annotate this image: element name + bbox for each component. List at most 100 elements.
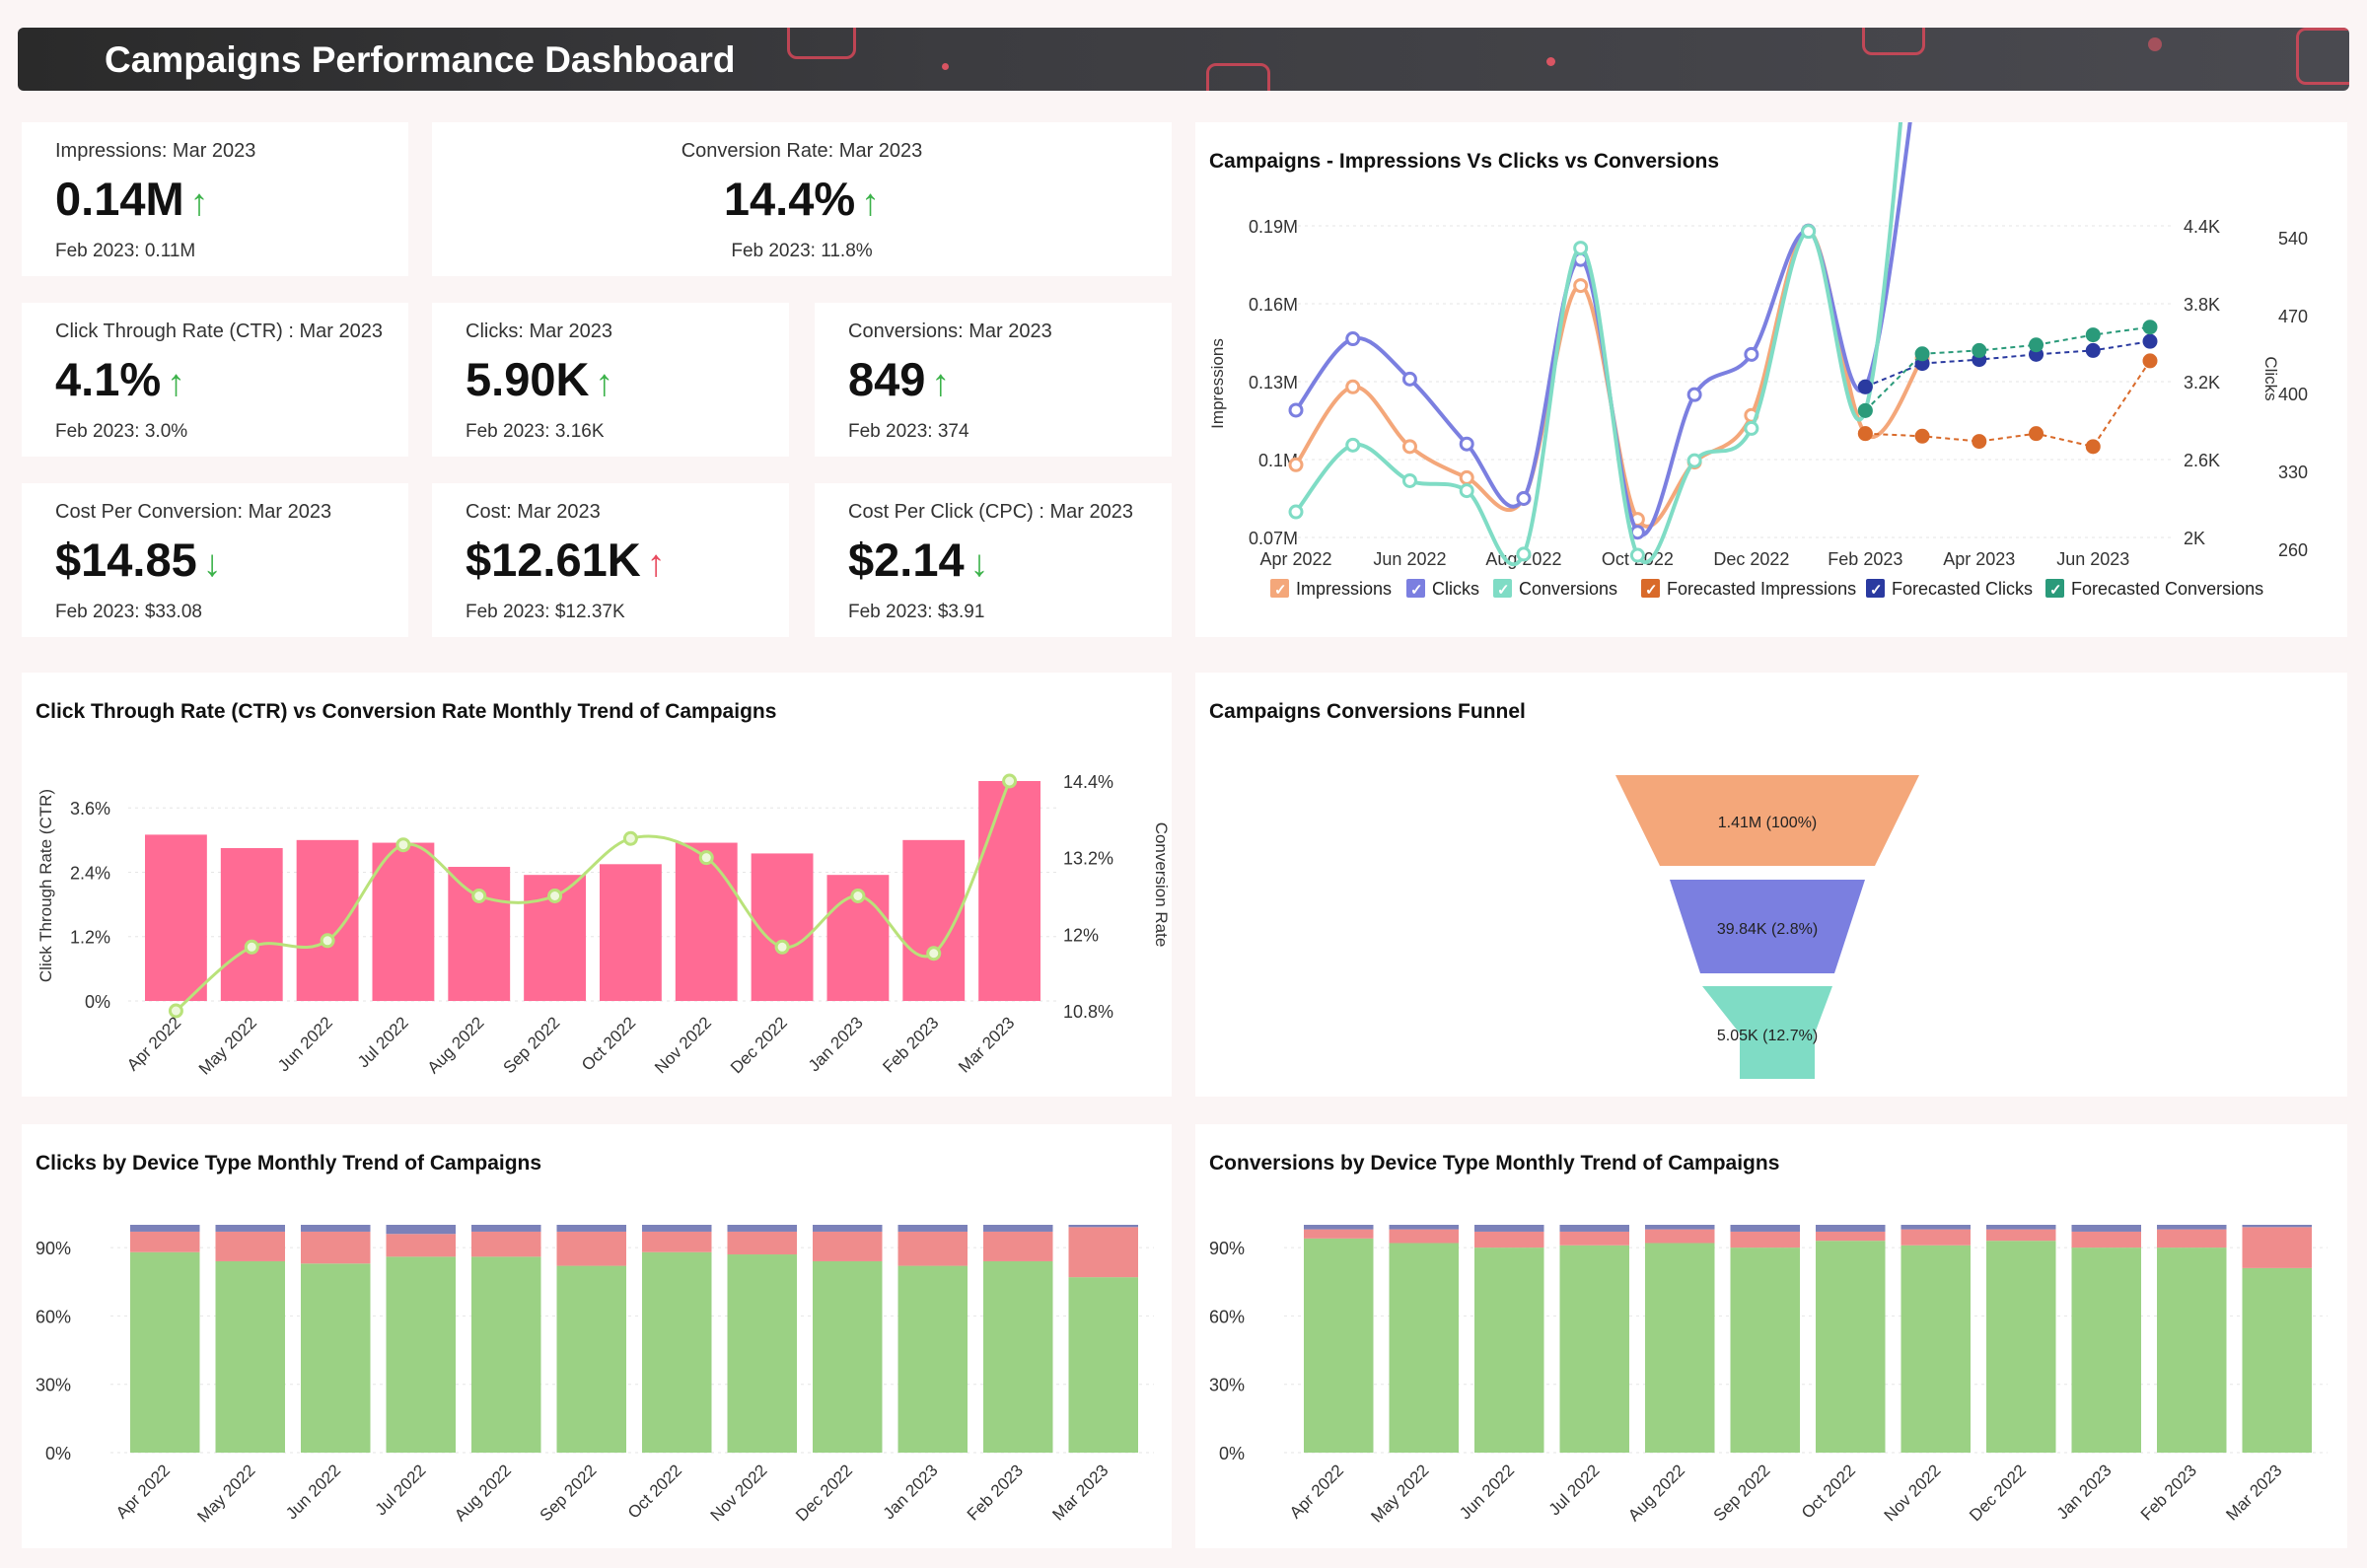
stacked-bar-segment — [1474, 1247, 1544, 1453]
kpi-value: 0.14M ↑ — [55, 173, 209, 225]
data-point — [1573, 241, 1589, 256]
kpi-label: Conversions: Mar 2023 — [848, 321, 1052, 342]
data-point — [850, 889, 866, 903]
bar — [600, 864, 662, 1001]
kpi-previous: Feb 2023: 374 — [848, 421, 969, 442]
data-point — [395, 837, 411, 853]
kpi-label: Conversion Rate: Mar 2023 — [681, 140, 923, 162]
y-tick-label: 0.19M — [1249, 217, 1298, 237]
arrow-up-icon: ↑ — [189, 182, 209, 224]
y2-tick-label: 3.2K — [2184, 373, 2220, 392]
data-point — [1744, 346, 1759, 362]
x-tick-label: Jan 2023 — [805, 1013, 867, 1075]
stacked-bar-segment — [1559, 1225, 1629, 1232]
data-point — [1002, 773, 1018, 789]
data-point — [1516, 491, 1532, 506]
x-tick-label: Nov 2022 — [707, 1461, 771, 1525]
stacked-bar-segment — [1901, 1245, 1971, 1453]
data-point — [1972, 342, 1987, 358]
ctr-vs-conversion-rate-chart[interactable]: 3.6% 2.4% 1.2% 0% Click Through Rate (CTR) 14… — [22, 673, 1172, 1097]
stacked-bar-segment — [386, 1256, 456, 1453]
data-point — [1801, 224, 1817, 240]
kpi-clicks[interactable]: Clicks: Mar 2023 5.90K ↑ Feb 2023: 3.16K — [432, 303, 789, 457]
clicks-by-device-chart[interactable]: 90% 60% 30% 0% Apr 2022 May 2022 Jun 2022 Jul 2… — [22, 1124, 1172, 1548]
y-tick-label: 60% — [1209, 1307, 1245, 1326]
kpi-conversion-rate[interactable]: Conversion Rate: Mar 2023 14.4% ↑ Feb 202… — [432, 122, 1172, 276]
stacked-bar-segment — [1730, 1231, 1800, 1248]
checkbox-icon: ✓ — [1645, 582, 1658, 599]
funnel-label: 39.84K (2.8%) — [1717, 921, 1818, 938]
stacked-bar-segment — [1559, 1245, 1629, 1453]
y-tick-label: 0% — [85, 992, 110, 1012]
conversions-funnel-chart[interactable]: 1.41M (100%) 39.84K (2.8%) 5.05K (12.7%) — [1195, 673, 2347, 1097]
play-icon — [2296, 28, 2349, 85]
bar — [448, 867, 511, 1001]
kpi-ctr[interactable]: Click Through Rate (CTR) : Mar 2023 4.1%… — [22, 303, 408, 457]
kpi-cpc[interactable]: Cost Per Click (CPC) : Mar 2023 $2.14 ↓ F… — [815, 483, 1172, 637]
x-tick-label: Jun 2022 — [1373, 549, 1446, 569]
kpi-previous: Feb 2023: 3.0% — [55, 421, 188, 442]
kpi-cost[interactable]: Cost: Mar 2023 $12.61K ↑ Feb 2023: $12.37… — [432, 483, 789, 637]
y2-tick-label: 13.2% — [1063, 849, 1113, 869]
funnel-label: 1.41M (100%) — [1718, 815, 1818, 831]
x-tick-label: May 2022 — [195, 1013, 260, 1078]
data-point — [2085, 342, 2101, 358]
arrow-up-icon: ↑ — [646, 543, 666, 585]
stacked-bar-segment — [1304, 1229, 1374, 1239]
checkbox-icon: ✓ — [1497, 582, 1510, 599]
data-point — [774, 939, 790, 955]
x-tick-label: Apr 2022 — [1286, 1461, 1347, 1522]
stacked-bar-segment — [2071, 1231, 2141, 1248]
legend-label: Impressions — [1296, 579, 1392, 599]
x-tick-label: May 2022 — [193, 1461, 258, 1526]
kpi-impressions[interactable]: Impressions: Mar 2023 0.14M ↑ Feb 2023: 0… — [22, 122, 408, 276]
stacked-bar-segment — [1645, 1229, 1715, 1244]
data-point — [1857, 379, 1873, 394]
x-tick-label: Jun 2022 — [282, 1461, 344, 1523]
data-point — [622, 830, 638, 846]
conversions-by-device-chart[interactable]: 90% 60% 30% 0% Apr 2022 May 2022 Jun 2022 Jul 2… — [1195, 1124, 2347, 1548]
funnel-label: 5.05K (12.7%) — [1717, 1028, 1818, 1044]
stacked-bar-segment — [642, 1225, 712, 1232]
y-tick-label: 0.13M — [1249, 373, 1298, 392]
kpi-cost-per-conversion[interactable]: Cost Per Conversion: Mar 2023 $14.85 ↓ Fe… — [22, 483, 408, 637]
x-tick-label: Sep 2022 — [537, 1461, 601, 1525]
x-tick-label: Dec 2022 — [1966, 1461, 2030, 1525]
stacked-bar-segment — [471, 1256, 541, 1453]
stacked-bar-segment — [1816, 1225, 1886, 1232]
stacked-bar-segment — [556, 1265, 626, 1453]
x-tick-label: Jul 2022 — [372, 1461, 430, 1519]
stacked-bar-segment — [1068, 1277, 1138, 1453]
data-point — [1288, 402, 1304, 418]
series-line — [1865, 360, 2151, 448]
checkbox-icon: ✓ — [2049, 582, 2062, 599]
y2-tick-label: 3.8K — [2184, 295, 2220, 315]
stacked-bar-segment — [1304, 1225, 1374, 1230]
kpi-conversions[interactable]: Conversions: Mar 2023 849 ↑ Feb 2023: 374 — [815, 303, 1172, 457]
data-point — [2029, 337, 2044, 353]
kpi-previous: Feb 2023: $3.91 — [848, 602, 985, 622]
impressions-clicks-conversions-chart[interactable]: 0.19M0.16M0.13M0.1M0.07MImpressions4.4K3… — [1195, 122, 2347, 637]
data-point — [1401, 472, 1417, 488]
kpi-previous: Feb 2023: $33.08 — [55, 602, 202, 622]
kpi-label: Click Through Rate (CTR) : Mar 2023 — [55, 321, 383, 342]
kpi-previous: Feb 2023: 11.8% — [731, 241, 873, 261]
legend-label: Forecasted Conversions — [2071, 579, 2263, 599]
y2-tick-label: 14.4% — [1063, 772, 1113, 792]
x-tick-label: Feb 2023 — [2137, 1461, 2200, 1524]
kpi-label: Cost Per Conversion: Mar 2023 — [55, 501, 332, 523]
x-tick-label: Feb 2023 — [1828, 549, 1902, 569]
x-tick-label: Aug 2022 — [1624, 1461, 1688, 1525]
x-tick-label: Oct 2022 — [1798, 1461, 1859, 1522]
checkbox-icon: ✓ — [1410, 582, 1423, 599]
data-point — [1401, 371, 1417, 387]
stacked-bar-segment — [471, 1231, 541, 1257]
stacked-bar-segment — [2157, 1225, 2227, 1230]
stacked-bar-segment — [215, 1260, 285, 1453]
data-point — [1345, 437, 1361, 453]
stacked-bar-segment — [897, 1265, 968, 1453]
stacked-bar-segment — [2071, 1225, 2141, 1232]
conversions-funnel-card: Campaigns Conversions Funnel 1.41M (100%… — [1195, 673, 2347, 1097]
bar — [220, 847, 283, 1001]
bar — [675, 842, 738, 1001]
